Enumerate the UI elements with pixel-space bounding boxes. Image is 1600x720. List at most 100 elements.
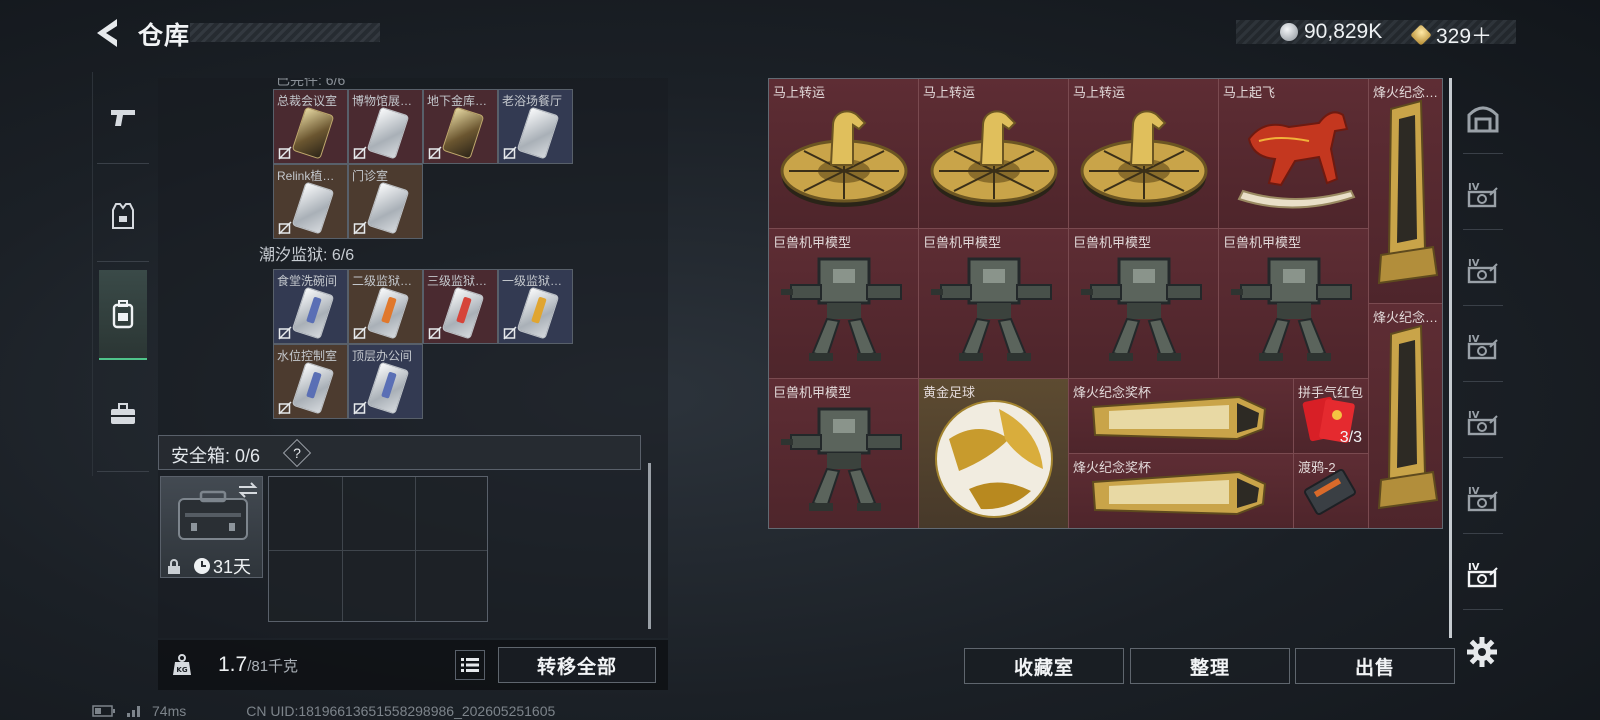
- key-item[interactable]: 老浴场餐厅: [498, 89, 573, 164]
- warehouse-item[interactable]: 黄金足球: [919, 379, 1069, 528]
- storage-iv-icon: IV: [1467, 334, 1498, 360]
- key-item[interactable]: 地下金库…: [423, 89, 498, 164]
- warehouse-item-label: 巨兽机甲模型: [773, 235, 852, 250]
- backpack-icon: [112, 300, 134, 329]
- key-grid-group-b: 食堂洗碗间 二级监狱… 三级监狱… 一级监狱… 水位控制室 顶层办公间: [273, 269, 573, 419]
- warehouse-tab-4[interactable]: IV: [1457, 310, 1509, 382]
- no-insurance-icon: [503, 146, 517, 160]
- warehouse-item[interactable]: 烽火纪念奖杯: [1069, 454, 1294, 528]
- weight-kg-icon: KG: [173, 654, 191, 675]
- ping-readout: 74ms: [152, 703, 187, 719]
- warehouse-tab-6[interactable]: IV: [1457, 462, 1509, 534]
- key-item-label: 门诊室: [352, 169, 389, 183]
- warehouse-item[interactable]: 巨兽机甲模型: [1219, 229, 1369, 379]
- mech-icon: [769, 229, 918, 378]
- weight-max-value: /81千克: [247, 658, 299, 675]
- gold-pillar-icon: [1369, 79, 1442, 303]
- mech-icon: [769, 379, 918, 528]
- key-item[interactable]: 食堂洗碗间: [273, 269, 348, 344]
- currency-bar: 90,829K 329＋: [1236, 20, 1516, 48]
- list-view-button[interactable]: [455, 650, 485, 680]
- key-item[interactable]: 二级监狱…: [348, 269, 423, 344]
- key-item[interactable]: 博物馆展…: [348, 89, 423, 164]
- no-insurance-icon: [278, 326, 292, 340]
- keycard-icon: [291, 286, 335, 340]
- storage-iv-icon: IV: [1467, 258, 1498, 284]
- warehouse-item[interactable]: 马上转运: [919, 79, 1069, 229]
- warehouse-tab-1[interactable]: [1457, 82, 1509, 154]
- warehouse-item[interactable]: 渡鸦-2: [1294, 454, 1369, 528]
- key-item[interactable]: Relink植…: [273, 164, 348, 239]
- warehouse-item-quantity: 3/3: [1339, 429, 1362, 446]
- warehouse-item[interactable]: 巨兽机甲模型: [1069, 229, 1219, 379]
- warehouse-item-label: 烽火纪念…: [1373, 85, 1439, 100]
- warehouse-item[interactable]: 巨兽机甲模型: [769, 379, 919, 528]
- horse-dial-icon: [1069, 79, 1218, 228]
- key-item[interactable]: 顶层办公间: [348, 344, 423, 419]
- swap-arrows-icon[interactable]: [237, 481, 259, 499]
- warehouse-tab-7[interactable]: IV: [1457, 538, 1509, 610]
- warehouse-item[interactable]: 马上起飞: [1219, 79, 1369, 229]
- horse-dial-icon: [919, 79, 1068, 228]
- gold-coin-icon: [1410, 24, 1432, 46]
- warehouse-scrollbar[interactable]: [1449, 78, 1452, 638]
- warehouse-item[interactable]: 马上转运: [769, 79, 919, 229]
- no-insurance-icon: [353, 326, 367, 340]
- key-item[interactable]: 一级监狱…: [498, 269, 573, 344]
- battery-icon: [92, 705, 115, 717]
- mech-icon: [919, 229, 1068, 378]
- warehouse-item[interactable]: 巨兽机甲模型: [919, 229, 1069, 379]
- key-item[interactable]: 总裁会议室: [273, 89, 348, 164]
- key-item-label: 二级监狱…: [352, 274, 413, 288]
- key-item[interactable]: 水位控制室: [273, 344, 348, 419]
- no-insurance-icon: [353, 146, 367, 160]
- key-item[interactable]: 门诊室: [348, 164, 423, 239]
- svg-text:KG: KG: [176, 666, 187, 674]
- silver-currency[interactable]: 90,829K: [1280, 20, 1382, 44]
- list-icon: [461, 658, 479, 672]
- no-insurance-icon: [428, 326, 442, 340]
- left-category-rail: [92, 72, 152, 476]
- warehouse-item-label: 巨兽机甲模型: [1073, 235, 1152, 250]
- warehouse-item[interactable]: 拼手气红包 3/3: [1294, 379, 1369, 454]
- no-insurance-icon: [503, 326, 517, 340]
- tab-weapons[interactable]: [93, 72, 153, 164]
- organize-button[interactable]: 整理: [1130, 648, 1290, 684]
- key-grid-group-a: 总裁会议室 博物馆展… 地下金库… 老浴场餐厅 Relink植… 门诊室: [273, 89, 573, 239]
- key-item[interactable]: 三级监狱…: [423, 269, 498, 344]
- warehouse-tab-2[interactable]: IV: [1457, 158, 1509, 230]
- tab-armor[interactable]: [93, 170, 153, 262]
- transfer-all-button[interactable]: 转移全部: [498, 647, 656, 683]
- warehouse-tab-3[interactable]: IV: [1457, 234, 1509, 306]
- warehouse-item[interactable]: 烽火纪念…: [1369, 79, 1442, 304]
- back-arrow-icon[interactable]: [92, 16, 122, 50]
- warehouse-tab-5[interactable]: IV: [1457, 386, 1509, 458]
- key-item-label: 博物馆展…: [352, 94, 413, 108]
- warehouse-grid: 马上转运 马上转运 马上转运 马上起飞 烽火纪念… 巨兽机甲模型 巨兽机甲模型 …: [768, 78, 1443, 529]
- safe-box-grid[interactable]: [268, 476, 488, 622]
- key-item-label: Relink植…: [277, 169, 335, 183]
- mech-icon: [1069, 229, 1218, 378]
- warehouse-item[interactable]: 巨兽机甲模型: [769, 229, 919, 379]
- warehouse-item-label: 渡鸦-2: [1298, 460, 1336, 475]
- keycard-icon: [291, 361, 335, 415]
- sell-button[interactable]: 出售: [1295, 648, 1455, 684]
- keycard-icon: [366, 361, 410, 415]
- warehouse-item[interactable]: 烽火纪念奖杯: [1069, 379, 1294, 454]
- uid-readout: CN UID:18196613651558298986_202605251605: [246, 703, 556, 719]
- warehouse-item-label: 黄金足球: [923, 385, 976, 400]
- no-insurance-icon: [428, 146, 442, 160]
- warehouse-item[interactable]: 烽火纪念…: [1369, 304, 1442, 528]
- warehouse-item[interactable]: 马上转运: [1069, 79, 1219, 229]
- title-stripe-decoration: [190, 23, 380, 42]
- horse-dial-icon: [769, 79, 918, 228]
- collection-room-button[interactable]: 收藏室: [964, 648, 1124, 684]
- storage-iv-icon: IV: [1467, 410, 1498, 436]
- help-icon[interactable]: ?: [282, 438, 312, 468]
- gear-icon[interactable]: [1466, 636, 1498, 668]
- backpack-scrollbar[interactable]: [648, 463, 651, 629]
- gold-currency[interactable]: 329＋: [1410, 20, 1492, 50]
- tab-toolbox[interactable]: [93, 368, 153, 472]
- tab-backpack[interactable]: [99, 270, 147, 360]
- safe-case-slot[interactable]: 31天: [160, 476, 263, 578]
